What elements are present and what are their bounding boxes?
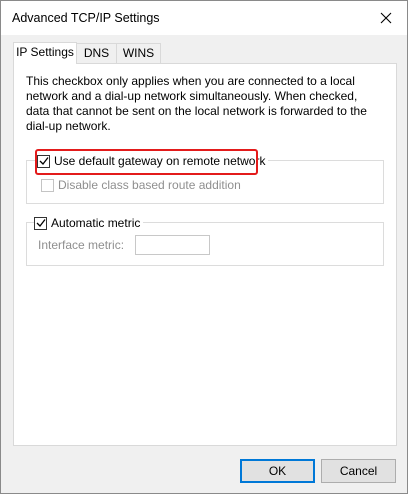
tab-wins[interactable]: WINS [116,43,161,63]
tab-ip-settings[interactable]: IP Settings [13,42,77,64]
tab-ip-settings-label: IP Settings [16,45,74,59]
disable-class-route-label: Disable class based route addition [58,178,241,192]
checkmark-icon [36,219,46,227]
cancel-button[interactable]: Cancel [321,459,396,483]
tab-dns-label: DNS [83,46,110,60]
advanced-tcpip-settings-window: Advanced TCP/IP Settings IP Settings DNS… [0,0,408,494]
interface-metric-label: Interface metric: [38,238,125,252]
description-text: This checkbox only applies when you are … [26,74,367,133]
automatic-metric-box[interactable] [34,216,47,230]
ip-settings-panel: This checkbox only applies when you are … [13,63,397,446]
automatic-metric-checkbox[interactable]: Automatic metric [34,215,144,231]
title-bar[interactable]: Advanced TCP/IP Settings [1,1,407,35]
close-icon [380,12,392,24]
automatic-metric-label: Automatic metric [51,216,141,230]
cancel-button-label: Cancel [339,464,378,478]
highlight-box [35,149,258,175]
window-title: Advanced TCP/IP Settings [12,11,160,25]
close-button[interactable] [373,7,399,29]
ok-button-label: OK [268,464,287,478]
disable-class-route-checkbox[interactable]: Disable class based route addition [41,177,244,193]
interface-metric-input[interactable] [135,235,210,255]
tab-wins-label: WINS [122,46,155,60]
ok-button[interactable]: OK [240,459,315,483]
tab-dns[interactable]: DNS [76,43,117,63]
disable-class-route-box[interactable] [41,178,54,192]
